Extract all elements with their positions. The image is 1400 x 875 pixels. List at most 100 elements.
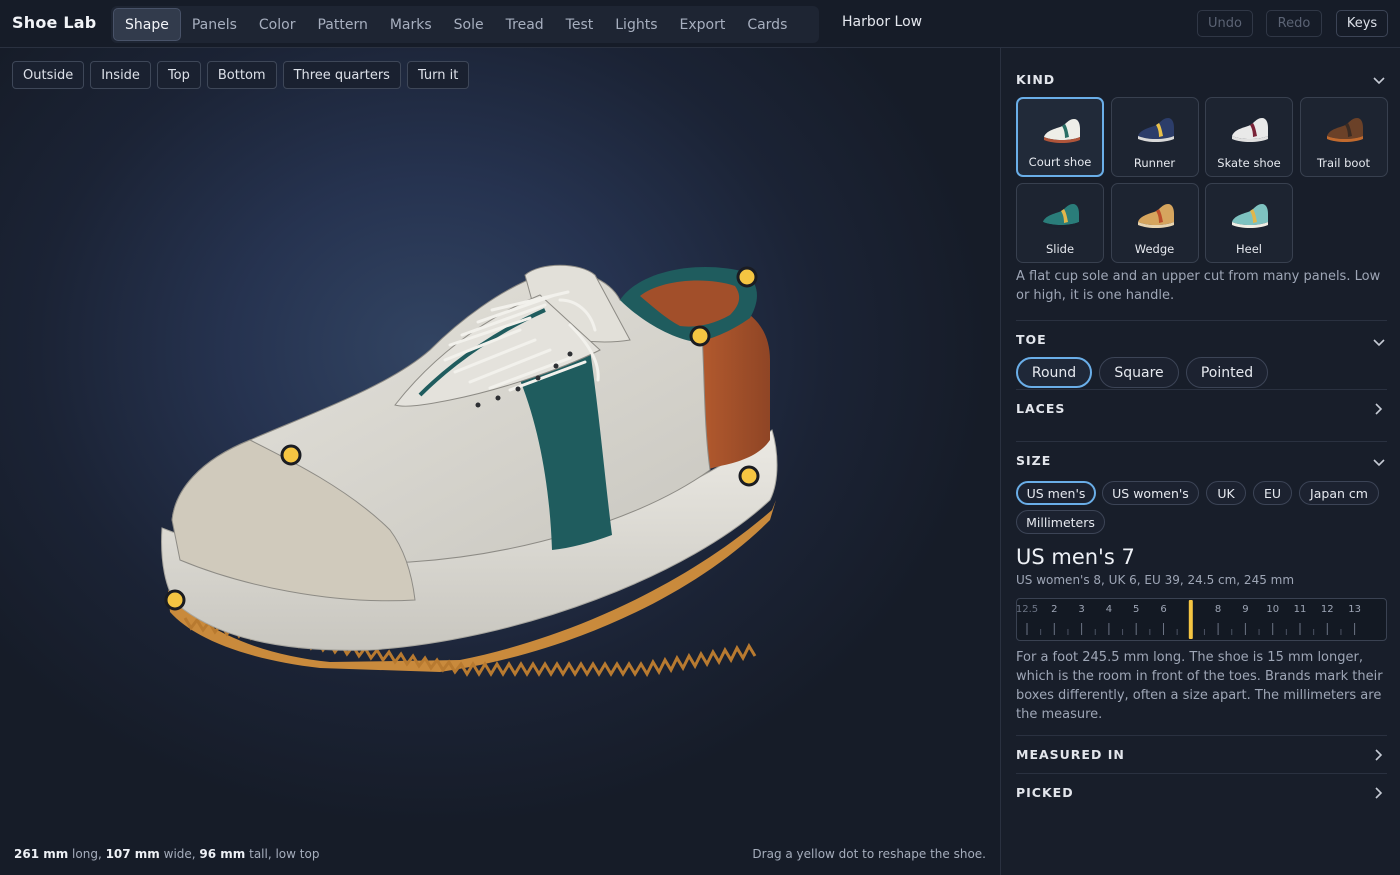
tab-sole[interactable]: Sole xyxy=(443,8,495,41)
size-ruler-scale[interactable]: 12.5 2 3 4 5 6 8 9 10 11 12 13 xyxy=(1016,599,1386,640)
tab-lights[interactable]: Lights xyxy=(604,8,668,41)
runner-icon xyxy=(1137,118,1174,142)
divider xyxy=(1016,441,1387,442)
kind-slide[interactable]: Slide xyxy=(1016,183,1104,263)
divider xyxy=(1016,389,1387,390)
size-system-eu[interactable]: EU xyxy=(1253,481,1292,505)
tab-cards[interactable]: Cards xyxy=(736,8,798,41)
ruler-tick-label: 8 xyxy=(1215,604,1221,615)
divider xyxy=(1016,735,1387,736)
laces-heading[interactable]: LACES xyxy=(1016,401,1065,416)
chevron-right-icon[interactable] xyxy=(1372,786,1386,800)
kind-runner[interactable]: Runner xyxy=(1110,97,1199,177)
kind-wedge[interactable]: Wedge xyxy=(1110,183,1199,263)
length-word: long, xyxy=(68,847,106,861)
shoe-3d-model[interactable] xyxy=(0,48,1000,875)
project-name[interactable]: Harbor Low xyxy=(842,14,922,30)
ruler-tick-label: 9 xyxy=(1242,604,1248,615)
ruler-tick-label: 11 xyxy=(1294,604,1307,615)
tab-shape[interactable]: Shape xyxy=(113,8,181,41)
undo-button[interactable]: Undo xyxy=(1197,10,1253,37)
toe-square-option[interactable]: Square xyxy=(1099,357,1179,388)
kind-skate-shoe[interactable]: Skate shoe xyxy=(1205,97,1293,177)
ruler-tick-label: 6 xyxy=(1160,604,1166,615)
redo-button[interactable]: Redo xyxy=(1266,10,1322,37)
heel-icon xyxy=(1232,204,1268,228)
chevron-down-icon[interactable] xyxy=(1372,74,1386,88)
court-shoe-icon xyxy=(1044,119,1080,143)
ruler-tick-label: 5 xyxy=(1133,604,1139,615)
width-value: 107 mm xyxy=(105,847,160,861)
properties-panel: KIND Court shoe Runner Skate shoe Trail boo… xyxy=(1000,48,1400,875)
size-note: For a foot 245.5 mm long. The shoe is 15… xyxy=(1016,650,1383,722)
size-marker[interactable] xyxy=(1188,600,1193,639)
tab-marks[interactable]: Marks xyxy=(379,8,443,41)
toe-heading: TOE xyxy=(1016,332,1047,347)
toe-round-option[interactable]: Round xyxy=(1016,357,1092,388)
kind-court-shoe[interactable]: Court shoe xyxy=(1016,97,1104,177)
app-title: Shoe Lab xyxy=(12,13,97,32)
keys-button[interactable]: Keys xyxy=(1336,10,1388,37)
chevron-down-icon[interactable] xyxy=(1372,336,1386,350)
skate-shoe-icon xyxy=(1232,118,1268,142)
height-value: 96 mm xyxy=(199,847,246,861)
ruler-tick-label: 2 xyxy=(1051,604,1057,615)
current-size: US men's 7 xyxy=(1016,545,1135,569)
size-system-millimeters[interactable]: Millimeters xyxy=(1016,510,1105,534)
length-value: 261 mm xyxy=(14,847,69,861)
size-heading: SIZE xyxy=(1016,453,1052,468)
height-word: tall, low top xyxy=(245,847,320,861)
ruler-tick-label: 4 xyxy=(1106,604,1112,615)
kind-description: A flat cup sole and an upper cut from ma… xyxy=(1016,269,1381,303)
chevron-down-icon[interactable] xyxy=(1372,456,1386,470)
kind-label: Skate shoe xyxy=(1217,156,1281,170)
wedge-icon xyxy=(1137,204,1174,228)
measured-in-heading[interactable]: MEASURED IN xyxy=(1016,747,1125,762)
picked-heading[interactable]: PICKED xyxy=(1016,785,1074,800)
size-system-us-women-s[interactable]: US women's xyxy=(1102,481,1199,505)
kind-label: Heel xyxy=(1236,242,1262,256)
tab-pattern[interactable]: Pattern xyxy=(306,8,378,41)
ruler-tick-label: 10 xyxy=(1266,604,1279,615)
kind-label: Wedge xyxy=(1134,242,1175,256)
main-tabs: Shape Panels Color Pattern Marks Sole Tread Tes… xyxy=(111,6,819,43)
handle-toe-top[interactable] xyxy=(280,444,302,466)
chevron-right-icon[interactable] xyxy=(1372,402,1386,416)
divider xyxy=(1016,320,1387,321)
handle-toe-sole[interactable] xyxy=(164,589,186,611)
width-word: wide, xyxy=(159,847,200,861)
size-system-uk[interactable]: UK xyxy=(1206,481,1246,505)
ruler-tick-label: 12.5 xyxy=(1017,604,1038,615)
tab-tread[interactable]: Tread xyxy=(495,8,555,41)
kind-heel[interactable]: Heel xyxy=(1205,183,1293,263)
tab-color[interactable]: Color xyxy=(248,8,307,41)
kind-label: Court shoe xyxy=(1028,155,1092,169)
kind-label: Trail boot xyxy=(1316,156,1371,170)
ruler-tick-label: 12 xyxy=(1321,604,1334,615)
handle-collar-top[interactable] xyxy=(736,266,758,288)
tab-test[interactable]: Test xyxy=(555,8,605,41)
reshape-hint: Drag a yellow dot to reshape the shoe. xyxy=(752,847,986,861)
slide-icon xyxy=(1043,204,1079,228)
tab-panels[interactable]: Panels xyxy=(181,8,248,41)
size-ruler[interactable]: 12.5 2 3 4 5 6 8 9 10 11 12 13 xyxy=(1016,598,1387,641)
kind-heading: KIND xyxy=(1016,72,1056,87)
ruler-tick-label: 13 xyxy=(1348,604,1361,615)
handle-heel-sole[interactable] xyxy=(738,465,760,487)
kind-trail-boot[interactable]: Trail boot xyxy=(1299,97,1388,177)
chevron-right-icon[interactable] xyxy=(1372,748,1386,762)
kind-label: Slide xyxy=(1045,242,1075,256)
toe-pointed-option[interactable]: Pointed xyxy=(1186,357,1268,388)
size-system-us-men-s[interactable]: US men's xyxy=(1016,481,1096,505)
trail-boot-icon xyxy=(1326,118,1363,142)
size-system-japan-cm[interactable]: Japan cm xyxy=(1299,481,1379,505)
tab-export[interactable]: Export xyxy=(668,8,736,41)
dimensions-readout: 261 mm long, 107 mm wide, 96 mm tall, lo… xyxy=(14,847,319,861)
ruler-tick-label: 3 xyxy=(1078,604,1084,615)
shoe-viewport[interactable]: Outside Inside Top Bottom Three quarters Turn… xyxy=(0,48,1000,875)
handle-collar-side[interactable] xyxy=(689,325,711,347)
size-equivalents: US women's 8, UK 6, EU 39, 24.5 cm, 245 … xyxy=(1016,573,1295,587)
divider xyxy=(1016,773,1387,774)
kind-label: Runner xyxy=(1133,156,1176,170)
top-bar: Shoe Lab Shape Panels Color Pattern Marks Sol… xyxy=(0,0,1400,48)
